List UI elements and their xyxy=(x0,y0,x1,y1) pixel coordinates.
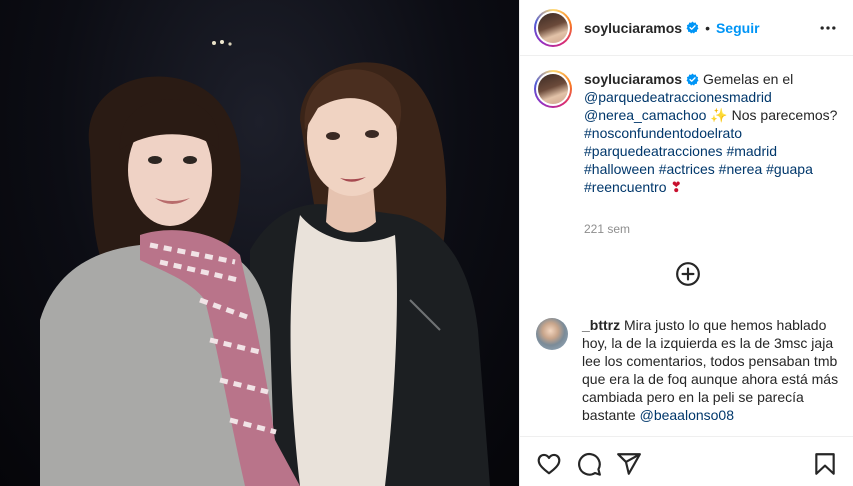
hashtag-link[interactable]: #reencuentro xyxy=(584,179,667,195)
post-time[interactable]: 221 sem xyxy=(584,222,630,236)
hashtag-link[interactable]: #halloween xyxy=(584,161,655,177)
hashtag-link[interactable]: #nerea xyxy=(719,161,763,177)
mention-link[interactable]: @nerea_camachoo xyxy=(584,107,706,123)
post-actions xyxy=(520,436,853,486)
caption-avatar[interactable] xyxy=(534,70,572,108)
hashtag-link[interactable]: #actrices xyxy=(659,161,715,177)
background-light xyxy=(228,42,232,46)
caption-intro: Gemelas en el xyxy=(702,71,794,87)
verified-badge-icon xyxy=(686,73,699,86)
author-avatar[interactable] xyxy=(534,8,572,47)
bookmark-icon[interactable] xyxy=(812,451,838,477)
hashtag-link[interactable]: #madrid xyxy=(726,143,777,159)
more-horizontal-icon[interactable] xyxy=(818,18,838,38)
mention-link[interactable]: @parquedeatraccionesmadrid xyxy=(584,89,772,105)
left-person-eye xyxy=(148,156,162,164)
plus-circle-icon[interactable] xyxy=(675,261,701,287)
caption-question: Nos parecemos? xyxy=(731,107,838,123)
post-sidebar: soyluciaramos • Seguir soyluciaramos Gem… xyxy=(519,0,853,486)
heart-emoji: ❣ xyxy=(670,179,683,195)
verified-badge-icon xyxy=(686,21,699,34)
caption-avatar-image xyxy=(538,74,568,104)
hashtag-link[interactable]: #parquedeatracciones xyxy=(584,143,723,159)
follow-button[interactable]: Seguir xyxy=(716,20,760,36)
mention-link[interactable]: @beaalonso08 xyxy=(640,407,734,423)
comment-icon[interactable] xyxy=(576,451,602,477)
comment-item: _bttrz Mira justo lo que hemos hablado h… xyxy=(520,316,853,424)
caption-text: soyluciaramos Gemelas en el @parquedeatr… xyxy=(584,70,844,196)
commenter-avatar[interactable] xyxy=(536,318,568,350)
background-light xyxy=(212,41,216,45)
right-person-eye xyxy=(326,132,340,140)
comment-text: _bttrz Mira justo lo que hemos hablado h… xyxy=(582,316,840,424)
left-person-eye xyxy=(183,156,197,164)
caption-username[interactable]: soyluciaramos xyxy=(584,71,682,87)
post-header: soyluciaramos • Seguir xyxy=(520,0,853,56)
author-avatar-image xyxy=(538,12,568,43)
post-photo[interactable] xyxy=(0,0,519,486)
right-person-sweater xyxy=(290,215,397,486)
photo-illustration xyxy=(40,40,490,486)
share-icon[interactable] xyxy=(616,451,642,477)
author-username[interactable]: soyluciaramos xyxy=(584,20,682,36)
background-light xyxy=(220,40,224,44)
sparkle-emoji: ✨ xyxy=(710,107,728,123)
hashtag-link[interactable]: #guapa xyxy=(766,161,813,177)
header-separator: • xyxy=(705,19,710,36)
heart-icon[interactable] xyxy=(536,451,562,477)
hashtag-link[interactable]: #nosconfundentodoelrato xyxy=(584,125,742,141)
commenter-username[interactable]: _bttrz xyxy=(582,317,620,333)
post-caption: soyluciaramos Gemelas en el @parquedeatr… xyxy=(520,70,853,196)
right-person-eye xyxy=(365,130,379,138)
instagram-post: soyluciaramos • Seguir soyluciaramos Gem… xyxy=(0,0,853,486)
